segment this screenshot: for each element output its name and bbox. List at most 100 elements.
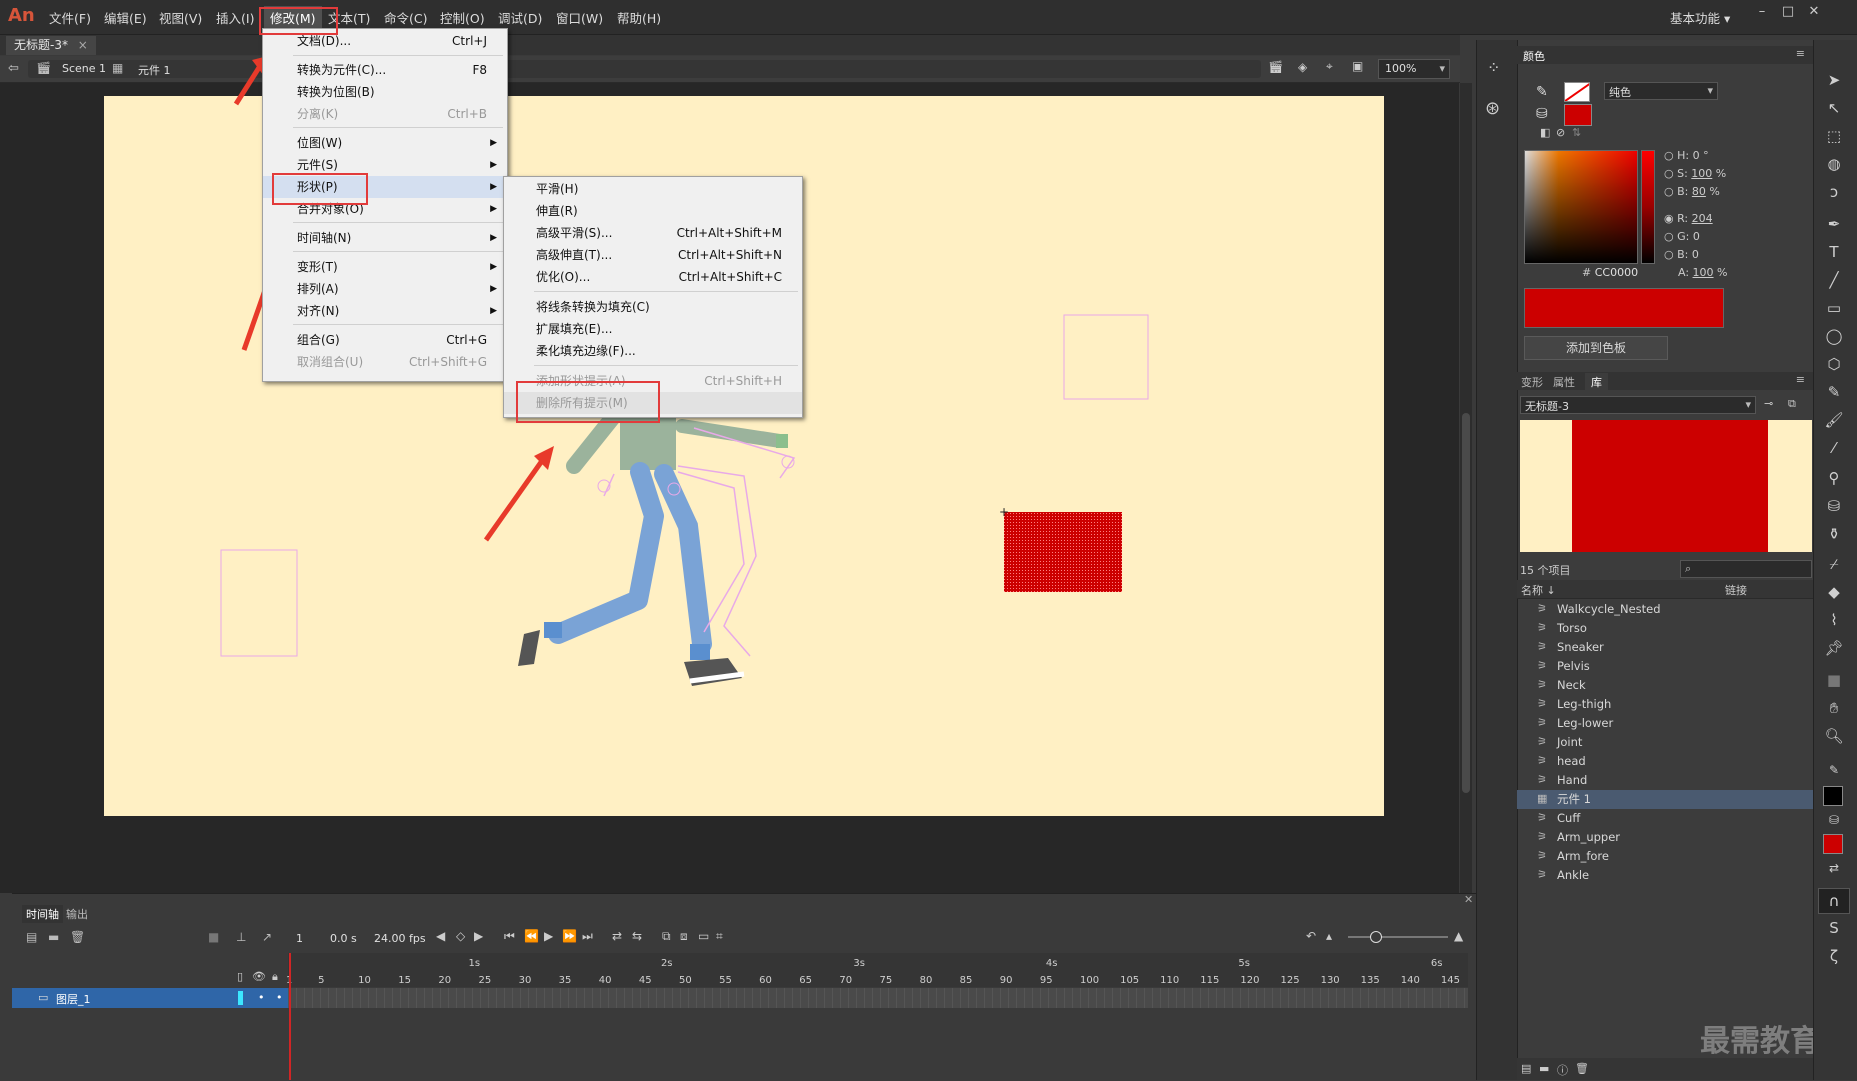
- tab-output[interactable]: 输出: [66, 906, 88, 922]
- radio-h[interactable]: ○: [1664, 149, 1674, 162]
- menu-insert[interactable]: 插入(I): [216, 8, 254, 27]
- rgb-r-row[interactable]: ◉ R: 204: [1664, 212, 1713, 225]
- zoom-tool-icon[interactable]: 🔍︎: [1820, 724, 1848, 748]
- rgb-g-row[interactable]: ○ G: 0: [1664, 230, 1700, 243]
- eye-icon[interactable]: 👁︎: [252, 970, 266, 983]
- close-icon[interactable]: ✕: [1802, 4, 1826, 24]
- small-frames-icon[interactable]: ▴: [1326, 929, 1332, 943]
- menu-item-convert-lines-to-fills[interactable]: 将线条转换为填充(C): [504, 296, 802, 318]
- swap-colors-icon[interactable]: ⇅: [1572, 126, 1581, 139]
- s-value[interactable]: 100: [1691, 167, 1712, 180]
- new-library-panel-icon[interactable]: ⧉: [1788, 397, 1796, 411]
- camera-tool-icon[interactable]: ■: [1820, 668, 1848, 692]
- hue-slider[interactable]: [1641, 150, 1655, 264]
- layer-color-swatch[interactable]: [238, 991, 243, 1005]
- rectangle-tool-icon[interactable]: ▭: [1820, 296, 1848, 320]
- delete-icon[interactable]: 🗑︎: [1575, 1062, 1589, 1075]
- free-transform-tool-icon[interactable]: ⬚: [1820, 124, 1848, 148]
- tab-library[interactable]: 库: [1585, 373, 1608, 391]
- layer-name[interactable]: 图层_1: [56, 991, 91, 1007]
- breadcrumb-symbol[interactable]: 元件 1: [138, 62, 171, 78]
- add-to-swatches-button[interactable]: 添加到色板: [1524, 336, 1668, 360]
- menu-item-ungroup[interactable]: 取消组合(U) Ctrl+Shift+G: [263, 351, 507, 373]
- tab-properties[interactable]: 属性: [1553, 374, 1575, 390]
- workspace-switcher[interactable]: 基本功能 ▾: [1670, 8, 1730, 27]
- library-item[interactable]: ⚞ Hand: [1517, 771, 1813, 790]
- walking-character[interactable]: [518, 400, 796, 686]
- insert-keyframe-icon[interactable]: ◇: [456, 929, 465, 943]
- library-item[interactable]: ⚞ Leg-lower: [1517, 714, 1813, 733]
- onion-skin-icon[interactable]: ⧉: [662, 929, 671, 944]
- panel-menu-icon[interactable]: ≡: [1796, 373, 1805, 386]
- menu-item-timeline[interactable]: 时间轴(N) ▶: [263, 227, 507, 249]
- cc-libraries-icon[interactable]: ⊛: [1485, 98, 1500, 119]
- large-frames-icon[interactable]: ▲: [1454, 929, 1463, 943]
- h-value[interactable]: 0: [1693, 149, 1700, 162]
- next-keyframe-icon[interactable]: ▶: [474, 929, 483, 943]
- menu-item-optimize[interactable]: 优化(O)... Ctrl+Alt+Shift+C: [504, 266, 802, 288]
- menu-item-convert-to-symbol[interactable]: 转换为元件(C)... F8: [263, 59, 507, 81]
- motion-presets-icon[interactable]: ⁘: [1487, 58, 1500, 77]
- menu-edit[interactable]: 编辑(E): [104, 8, 147, 27]
- delete-layer-icon[interactable]: 🗑︎: [70, 930, 85, 944]
- play-icon[interactable]: ▶: [544, 929, 553, 943]
- polystar-tool-icon[interactable]: ⬡: [1820, 352, 1848, 376]
- selection-tool-icon[interactable]: ➤: [1820, 68, 1848, 92]
- menu-item-expand-fill[interactable]: 扩展填充(E)...: [504, 318, 802, 340]
- close-panel-icon[interactable]: ✕: [1464, 893, 1473, 906]
- library-search-input[interactable]: ⌕: [1680, 560, 1812, 578]
- camera-icon[interactable]: ■: [208, 930, 219, 944]
- library-item[interactable]: ⚞ Torso: [1517, 619, 1813, 638]
- paint-bucket-tool-icon[interactable]: ⛁: [1820, 494, 1848, 518]
- menu-window[interactable]: 窗口(W): [556, 8, 603, 27]
- lasso-tool-icon[interactable]: ↄ: [1820, 180, 1848, 204]
- fill-color-box[interactable]: [1823, 834, 1843, 854]
- zoom-select[interactable]: 100% ▾: [1378, 59, 1450, 79]
- playhead[interactable]: [289, 953, 291, 1080]
- outline-icon[interactable]: ▯: [237, 970, 243, 983]
- brush-tool-icon[interactable]: ⁄: [1820, 436, 1848, 460]
- prev-keyframe-icon[interactable]: ◀: [436, 929, 445, 943]
- menu-item-align[interactable]: 对齐(N) ▶: [263, 300, 507, 322]
- frame-rate[interactable]: 24.00 fps: [374, 932, 426, 945]
- menu-view[interactable]: 视图(V): [159, 8, 202, 27]
- hsb-h-row[interactable]: ○ H: 0 °: [1664, 149, 1709, 162]
- radio-r[interactable]: ◉: [1664, 212, 1674, 225]
- menu-item-transform[interactable]: 变形(T) ▶: [263, 256, 507, 278]
- swap-colors-icon[interactable]: ⇄: [1820, 856, 1848, 880]
- minimize-icon[interactable]: –: [1750, 4, 1774, 24]
- fill-type-select[interactable]: 纯色 ▾: [1604, 82, 1718, 100]
- color-picker-area[interactable]: [1524, 150, 1638, 264]
- menu-item-straighten[interactable]: 伸直(R): [504, 200, 802, 222]
- library-item[interactable]: ⚞ Pelvis: [1517, 657, 1813, 676]
- r-value[interactable]: 204: [1692, 212, 1713, 225]
- line-tool-icon[interactable]: ╱: [1820, 268, 1848, 292]
- radio-g[interactable]: ○: [1664, 230, 1674, 243]
- oval-tool-icon[interactable]: ◯: [1820, 324, 1848, 348]
- timeline-zoom-thumb[interactable]: [1370, 931, 1382, 943]
- menu-item-arrange[interactable]: 排列(A) ▶: [263, 278, 507, 300]
- menu-item-advanced-straighten[interactable]: 高级伸直(T)... Ctrl+Alt+Shift+N: [504, 244, 802, 266]
- blue-value[interactable]: 0: [1692, 248, 1699, 261]
- menu-help[interactable]: 帮助(H): [617, 8, 661, 27]
- menu-item-soften-fill-edges[interactable]: 柔化填充边缘(F)...: [504, 340, 802, 362]
- library-item[interactable]: ⚞ head: [1517, 752, 1813, 771]
- go-to-first-frame-icon[interactable]: ⏮: [504, 929, 515, 944]
- eraser-tool-icon[interactable]: ◆: [1820, 580, 1848, 604]
- default-colors-icon[interactable]: ◧: [1540, 126, 1550, 139]
- pin-library-icon[interactable]: ⊸: [1764, 397, 1773, 410]
- close-tab-icon[interactable]: ×: [78, 38, 88, 52]
- tab-transform[interactable]: 变形: [1521, 374, 1543, 390]
- step-forward-icon[interactable]: ⏩: [562, 929, 577, 943]
- column-name[interactable]: 名称 ↓: [1521, 582, 1556, 598]
- library-item[interactable]: ⚞ Arm_fore: [1517, 847, 1813, 866]
- radio-blue[interactable]: ○: [1664, 248, 1674, 261]
- library-item[interactable]: ⚞ Neck: [1517, 676, 1813, 695]
- smooth-option-icon[interactable]: S: [1820, 916, 1848, 940]
- layer-visible-dot[interactable]: •: [258, 991, 265, 1004]
- selected-red-rectangle[interactable]: [1004, 512, 1122, 592]
- width-tool-icon[interactable]: ⌇: [1820, 608, 1848, 632]
- center-frame-icon[interactable]: ⇆: [632, 929, 642, 943]
- 3d-rotation-tool-icon[interactable]: ◍: [1820, 152, 1848, 176]
- parenting-icon[interactable]: ⊥: [236, 930, 246, 944]
